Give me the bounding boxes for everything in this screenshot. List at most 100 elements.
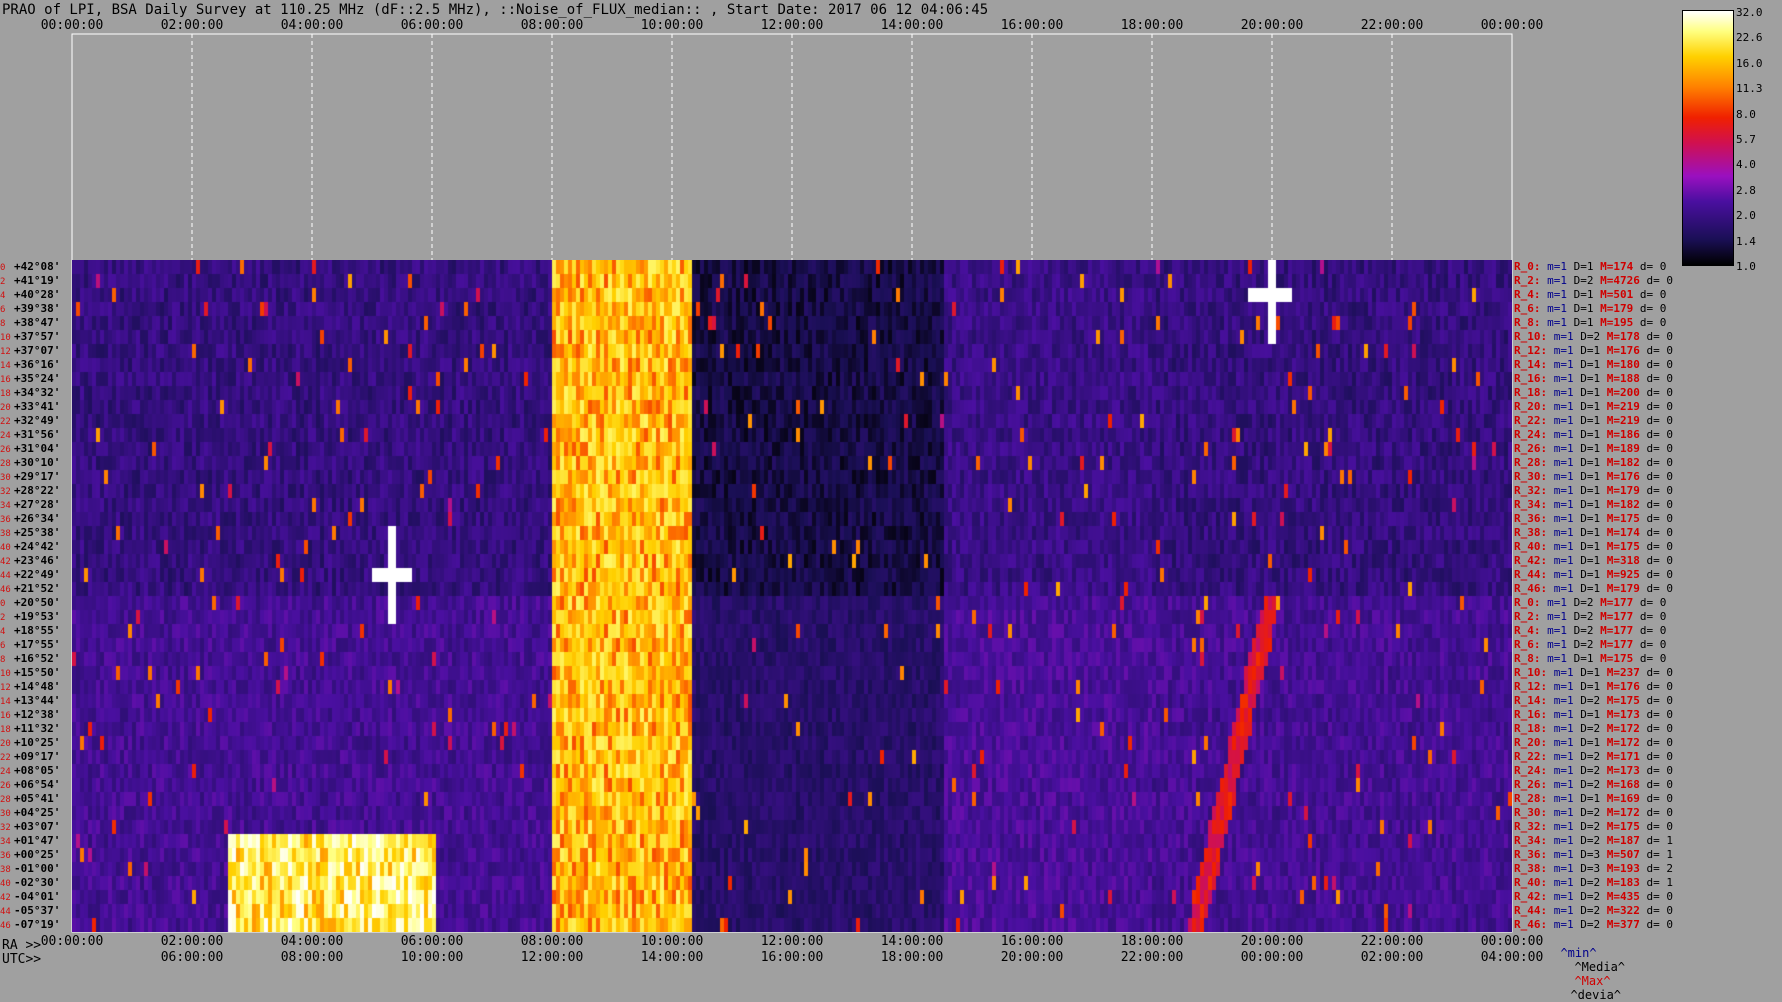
row-stat-field: R_18: (1514, 722, 1548, 735)
row-stat-field: M=4726 (1593, 274, 1640, 287)
row-stat-field: D=2 (1573, 806, 1601, 819)
row-stat-field: m=1 (1547, 526, 1574, 539)
row-stat-field: D=2 (1573, 750, 1601, 763)
dec-value: +32°49' (14, 414, 61, 427)
dec-value: +15°50' (14, 666, 61, 679)
row-stat-field: R_46: (1514, 582, 1548, 595)
dec-value: -07°19' (14, 918, 61, 931)
dec-index: 26 (0, 781, 11, 791)
row-stat-field: D=1 (1573, 554, 1601, 567)
dec-index: 42 (0, 557, 11, 567)
row-stat-field: m=1 (1547, 428, 1574, 441)
colorbar-tick-3: 11.3 (1736, 82, 1763, 96)
dec-label-38: 28 +05°41' (0, 792, 60, 806)
row-stat-field: d= 0 (1633, 638, 1667, 651)
dec-index: 42 (0, 893, 11, 903)
footer-legend: ^min^ ^Media^ ^Max^ ^devia^ (1546, 932, 1625, 1002)
row-stat-field: m=1 (1540, 610, 1567, 623)
row-stat-23: R_46: m=1 D=1 M=179 d= 0 (1514, 582, 1673, 596)
row-stat-field: R_26: (1514, 778, 1548, 791)
row-stat-4: R_8: m=1 D=1 M=195 d= 0 (1514, 316, 1666, 330)
dec-label-1: 2 +41°19' (0, 274, 60, 288)
row-stat-field: d= 0 (1639, 806, 1673, 819)
row-stat-field: m=1 (1547, 540, 1574, 553)
row-stat-field: R_14: (1514, 358, 1548, 371)
dec-index: 40 (0, 543, 11, 553)
row-stat-field: M=177 (1593, 610, 1634, 623)
dec-index: 14 (0, 361, 11, 371)
row-stat-field: d= 0 (1639, 386, 1673, 399)
row-stat-field: M=195 (1593, 316, 1634, 329)
row-stat-field: D=1 (1573, 540, 1601, 553)
dec-index: 32 (0, 823, 11, 833)
row-stat-32: R_16: m=1 D=1 M=173 d= 0 (1514, 708, 1673, 722)
row-stat-field: R_34: (1514, 834, 1548, 847)
dec-index: 44 (0, 571, 11, 581)
dec-value: +31°56' (14, 428, 61, 441)
colorbar-tick-5: 5.7 (1736, 133, 1756, 146)
row-stat-field: R_42: (1514, 554, 1548, 567)
dec-value: +31°04' (14, 442, 61, 455)
dec-index: 20 (0, 739, 11, 749)
dec-index: 34 (0, 501, 11, 511)
row-stat-field: m=1 (1547, 484, 1574, 497)
dec-index: 28 (0, 459, 11, 469)
row-stat-field: R_46: (1514, 918, 1548, 931)
row-stat-field: m=1 (1547, 358, 1574, 371)
ra-axis-label: RA >> (2, 938, 42, 953)
row-stat-field: M=172 (1600, 736, 1640, 749)
row-stat-field: R_6: (1514, 638, 1541, 651)
dec-index: 22 (0, 417, 11, 427)
row-stat-field: D=1 (1573, 344, 1601, 357)
row-stat-field: m=1 (1547, 764, 1574, 777)
row-stat-field: D=1 (1573, 456, 1601, 469)
row-stat-field: M=176 (1600, 680, 1640, 693)
row-stat-field: R_20: (1514, 400, 1548, 413)
dec-value: +06°54' (14, 778, 61, 791)
dec-value: +05°41' (14, 792, 61, 805)
dec-label-18: 36 +26°34' (0, 512, 60, 526)
row-stat-field: d= 2 (1639, 862, 1673, 875)
dec-index: 38 (0, 865, 11, 875)
dec-value: +16°52' (14, 652, 61, 665)
row-stat-field: D=1 (1573, 582, 1601, 595)
row-stat-field: M=186 (1600, 428, 1640, 441)
row-stat-0: R_0: m=1 D=1 M=174 d= 0 (1514, 260, 1666, 274)
row-stat-field: M=925 (1600, 568, 1640, 581)
row-stat-field: D=2 (1567, 638, 1594, 651)
dec-label-3: 6 +39°38' (0, 302, 60, 316)
colorbar-tick-8: 2.0 (1736, 209, 1756, 223)
dec-value: +23°46' (14, 554, 61, 567)
row-stat-field: R_30: (1514, 470, 1548, 483)
row-stat-field: M=173 (1600, 708, 1640, 721)
row-stat-30: R_12: m=1 D=1 M=176 d= 0 (1514, 680, 1673, 694)
row-stat-3: R_6: m=1 D=1 M=179 d= 0 (1514, 302, 1666, 316)
row-stat-field: D=2 (1573, 330, 1601, 343)
row-stat-field: m=1 (1547, 792, 1574, 805)
row-stat-field: m=1 (1547, 736, 1574, 749)
row-stat-field: d= 0 (1639, 778, 1673, 791)
row-stat-field: M=188 (1600, 372, 1640, 385)
row-stat-field: M=175 (1600, 820, 1640, 833)
row-stat-field: m=1 (1547, 778, 1574, 791)
row-stat-field: d= 0 (1639, 568, 1673, 581)
row-stat-field: d= 0 (1633, 596, 1667, 609)
row-stat-field: m=1 (1547, 344, 1574, 357)
row-stat-46: R_44: m=1 D=2 M=322 d= 0 (1514, 904, 1673, 918)
dec-value: +01°47' (14, 834, 61, 847)
dec-label-24: 0 +20°50' (0, 596, 60, 610)
dec-value: +37°57' (14, 330, 61, 343)
row-stat-35: R_22: m=1 D=2 M=171 d= 0 (1514, 750, 1673, 764)
dec-index: 46 (0, 921, 11, 931)
row-stat-field: M=501 (1593, 288, 1634, 301)
dec-label-45: 42 -04°01' (0, 890, 60, 904)
dec-label-10: 20 +33°41' (0, 400, 60, 414)
spectrogram-plot (72, 260, 1512, 932)
row-stat-42: R_36: m=1 D=3 M=507 d= 1 (1514, 848, 1673, 862)
dec-index: 38 (0, 529, 11, 539)
dec-index: 12 (0, 347, 11, 357)
row-stat-field: R_4: (1514, 288, 1541, 301)
row-stat-20: R_40: m=1 D=1 M=175 d= 0 (1514, 540, 1673, 554)
row-stat-7: R_14: m=1 D=1 M=180 d= 0 (1514, 358, 1673, 372)
row-stat-9: R_18: m=1 D=1 M=200 d= 0 (1514, 386, 1673, 400)
